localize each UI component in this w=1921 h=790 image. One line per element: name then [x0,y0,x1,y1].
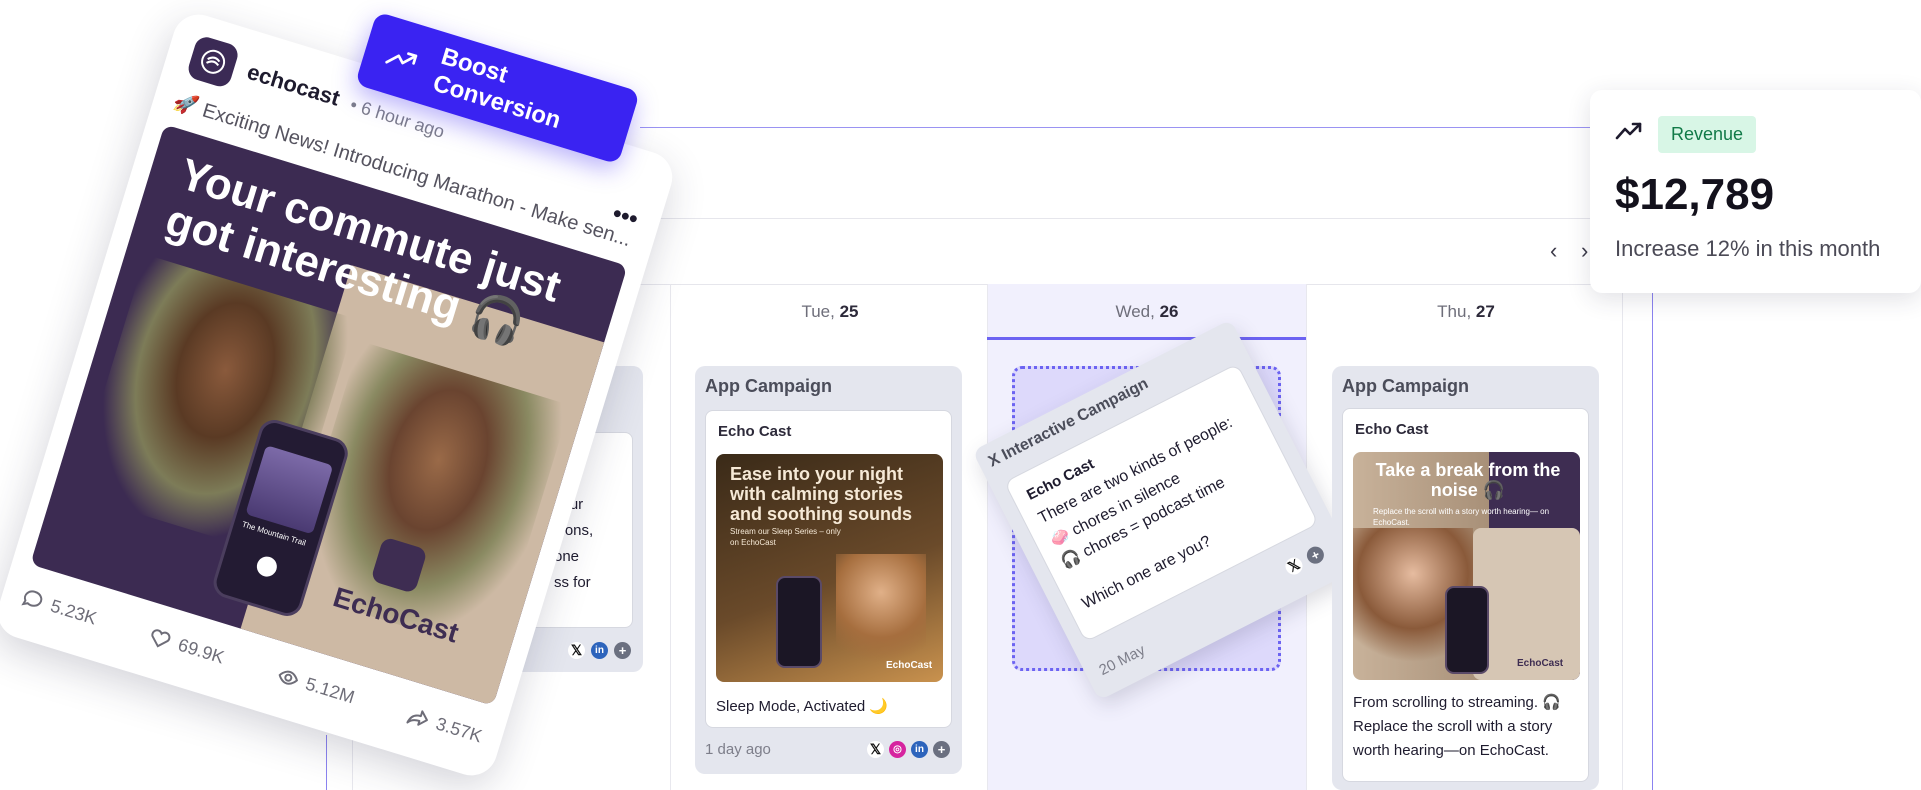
selected-day-indicator [987,337,1306,340]
avatar[interactable] [185,34,241,90]
shares-stat[interactable]: 3.57K [405,704,485,748]
next-week-button[interactable]: › [1581,238,1588,264]
phone-artwork [245,445,334,535]
campaign-card-tue[interactable]: App Campaign Echo Cast Ease into your ni… [695,366,962,774]
add-channel-icon[interactable]: + [933,741,950,758]
instagram-icon: ◎ [889,741,906,758]
post-caption: Sleep Mode, Activated 🌙 [716,698,889,715]
post-image: Take a break from the noise 🎧 Replace th… [1353,452,1580,680]
likes-stat[interactable]: 69.9K [147,625,227,669]
frame-right-line [1652,290,1653,790]
day-header-wed[interactable]: Wed, 26 [987,302,1307,322]
account-name[interactable]: echocast [244,59,343,112]
prev-week-button[interactable]: ‹ [1550,238,1557,264]
post-image: Ease into your night with calming storie… [716,454,943,682]
echocast-logo: EchoCast [1517,658,1564,669]
phone-illustration [1445,586,1489,674]
revenue-subtitle: Increase 12% in this month [1615,236,1881,261]
linkedin-icon: in [591,642,608,659]
column-divider [1622,284,1623,790]
post-brand: Echo Cast [1355,421,1429,438]
post-image-subtext: Replace the scroll with a story worth he… [1373,507,1550,527]
day-header-thu[interactable]: Thu, 27 [1306,302,1626,322]
revenue-card: Revenue $12,789 Increase 12% in this mon… [1590,90,1921,293]
campaign-title: App Campaign [1342,376,1470,396]
echocast-logo: EchoCast [886,660,933,671]
x-icon: 𝕏 [867,741,884,758]
post-date: 20 May [1096,641,1148,680]
calendar-toolbar-divider [540,218,1645,219]
column-divider [670,284,671,790]
post-image-headline: Take a break from the noise 🎧 [1375,460,1561,500]
heart-icon [151,629,171,648]
post-caption: From scrolling to streaming. 🎧 Replace t… [1353,694,1561,759]
frame-top-line [640,127,1600,128]
x-icon: 𝕏 [1282,554,1306,578]
post-preview[interactable]: Echo Cast Ease into your night with calm… [705,410,952,728]
share-icon [406,710,428,726]
linkedin-icon: in [911,741,928,758]
day-header-tue[interactable]: Tue, 25 [670,302,990,322]
trending-up-icon [385,52,418,65]
frame-left-line [326,735,327,790]
comment-icon [21,590,43,607]
comments-stat[interactable]: 5.23K [19,586,99,630]
post-time: 1 day ago [705,741,771,758]
trending-up-icon [1615,122,1642,140]
post-brand: Echo Cast [718,423,792,440]
post-image-subtext: Stream our Sleep Series – only on EchoCa… [730,527,841,547]
phone-illustration [776,576,822,668]
campaign-title: App Campaign [705,376,833,396]
revenue-badge: Revenue [1658,116,1757,153]
column-divider [987,284,988,790]
add-channel-icon[interactable]: + [614,642,631,659]
revenue-amount: $12,789 [1615,170,1775,219]
campaign-card-thu[interactable]: App Campaign Echo Cast Take a break from… [1332,366,1599,790]
x-icon: 𝕏 [568,642,585,659]
views-stat: 5.12M [274,664,357,708]
echocast-logo-icon [201,49,226,74]
eye-icon [278,670,298,685]
post-preview[interactable]: Echo Cast Take a break from the noise 🎧 … [1342,408,1589,782]
add-channel-icon[interactable]: + [1303,543,1327,567]
play-button-icon[interactable] [254,554,280,580]
post-image-headline: Ease into your night with calming storie… [730,464,912,524]
